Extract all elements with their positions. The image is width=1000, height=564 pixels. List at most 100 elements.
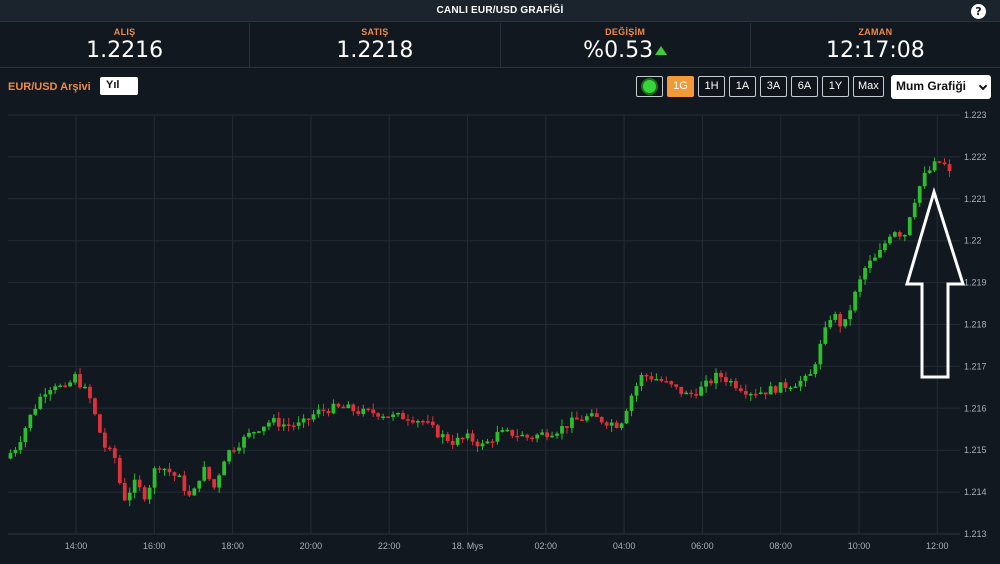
candle-body [654,378,659,381]
candle-body [311,414,316,420]
y-tick-label: 1.222 [964,152,987,162]
candle-body [833,313,838,320]
candle-body [242,436,246,448]
candle-body [361,408,366,414]
candle-body [500,430,505,432]
candle-body [883,243,887,251]
candle-body [18,442,23,450]
candle-body [336,403,341,407]
candle-body [768,386,773,395]
candle-body [669,381,674,385]
candle-body [411,420,415,423]
candle-body [172,472,177,476]
candle-body [664,381,669,383]
range-button-1a[interactable]: 1A [729,76,756,97]
candle-body [694,393,699,396]
candle-body [624,410,629,424]
candle-body [58,385,63,388]
y-tick-label: 1.218 [964,320,987,330]
candle-body [878,250,882,258]
candle-body [604,422,609,426]
chart-toolbar: EUR/USD Arşivi Yıl 1G 1H 1A 3A 6A 1Y Max… [0,70,1000,104]
candle-body [823,327,828,344]
range-button-1h[interactable]: 1H [698,76,725,97]
candle-body [177,475,182,478]
candle-body [778,382,783,393]
candle-body [470,433,475,442]
candle-body [888,236,892,244]
candle-body [505,429,510,432]
chart-type-value: Mum Grafiği [896,79,967,93]
candle-body [798,380,803,387]
range-button-3a[interactable]: 3A [760,76,787,97]
candle-body [783,382,788,389]
candle-body [848,310,853,320]
candle-body [93,398,97,415]
candle-body [907,217,912,235]
candle-body [937,161,942,163]
range-button-1y[interactable]: 1Y [822,76,849,97]
x-tick-label: 06:00 [691,541,714,551]
candle-body [43,394,48,397]
x-axis-ticks: 14:00 16:00 18:00 20:00 22:00 18. Mys 02:00 04:… [65,541,949,551]
candle-body [301,418,306,423]
candle-body [445,434,450,442]
candle-body [306,418,311,421]
range-button-max[interactable]: Max [853,76,884,97]
quote-label: ZAMAN [858,27,893,37]
y-tick-label: 1.219 [964,278,987,288]
candle-body [102,432,107,448]
candle-body [401,412,405,420]
candle-body [579,419,584,421]
x-tick-label: 12:00 [926,541,949,551]
candle-body [828,319,833,328]
candle-body [341,406,346,409]
x-tick-label: 20:00 [300,541,323,551]
candle-body [167,468,172,473]
candle-body [232,450,236,452]
range-button-1g[interactable]: 1G [667,76,694,97]
candle-body [63,385,68,388]
candle-body [485,441,490,444]
candle-body [902,234,907,237]
candle-body [714,372,718,384]
candle-body [117,457,122,483]
candle-body [729,380,733,383]
arrow-annotation [904,186,966,379]
candle-body [416,421,420,423]
quote-label: SATIŞ [361,27,389,37]
candle-body [276,417,281,427]
candle-body [252,432,256,434]
candle-body [912,202,917,218]
candle-body [346,404,351,409]
candle-body [321,409,326,412]
candle-body [271,417,276,423]
candle-body [247,432,251,437]
live-toggle-button[interactable] [636,76,663,97]
archive-period-select[interactable]: Yıl [100,77,138,95]
candle-body [78,374,82,388]
candlestick-chart[interactable]: 1.2131.2141.2151.2161.2171.2181.2191.221… [0,104,1000,564]
candle-body [207,466,212,480]
x-tick-label: 16:00 [143,541,166,551]
archive-label: EUR/USD Arşivi [8,81,91,93]
candle-body [525,434,530,438]
candle-body [584,416,589,421]
candle-body [858,279,862,292]
candle-body [560,426,564,434]
quote-label: DEĞİŞİM [605,27,646,37]
candle-body [922,172,927,187]
candle-body [197,480,202,489]
range-button-6a[interactable]: 6A [791,76,818,97]
candle-body [147,487,152,500]
candle-body [366,408,371,411]
chart-type-select[interactable]: Mum Grafiği [891,75,991,99]
candle-body [808,374,813,376]
help-icon[interactable]: ? [971,4,986,19]
candle-body [614,422,619,429]
candle-body [753,393,758,396]
candle-body [127,492,132,501]
candle-body [237,447,241,451]
candle-body [450,441,455,445]
candle-body [227,450,231,462]
